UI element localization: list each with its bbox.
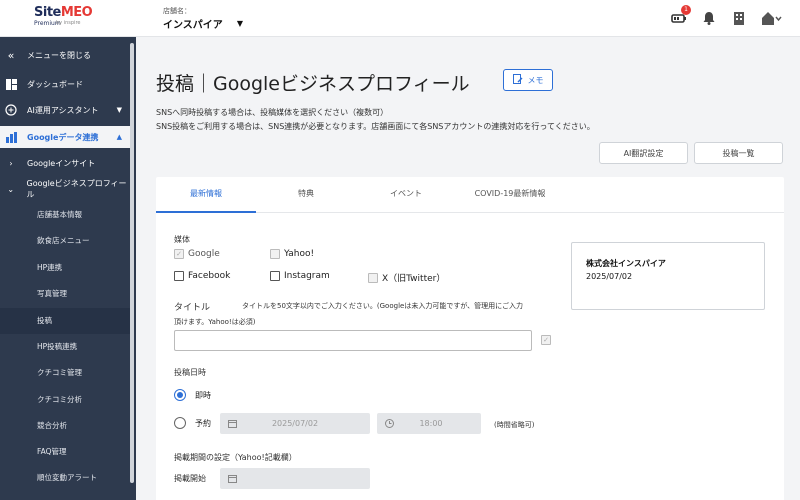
title-confirm-checkbox[interactable]: ✓ xyxy=(541,335,555,345)
tab-covid[interactable]: COVID-19最新情報 xyxy=(456,177,564,213)
post-type-tabs: 最新情報 特典 イベント COVID-19最新情報 xyxy=(156,177,784,213)
store-select[interactable]: インスパイア ▼ xyxy=(163,16,243,31)
bell-icon[interactable] xyxy=(700,9,718,27)
sidebar-item-google-business-profile[interactable]: ⌄ Googleビジネスプロフィール xyxy=(0,178,130,200)
sidebar-sub-hp-link[interactable]: HP連携 xyxy=(0,255,130,281)
logo[interactable]: SiteMEO Premium by inspire xyxy=(34,5,114,31)
preview-store-name: 株式会社インスパイア xyxy=(586,259,666,268)
radio-selected-icon xyxy=(174,389,186,401)
start-label: 掲載開始 xyxy=(174,474,206,483)
radio-immediate[interactable]: 即時 xyxy=(174,389,211,401)
sidebar-item-dashboard[interactable]: ダッシュボード xyxy=(0,73,130,95)
bar-chart-icon xyxy=(5,131,17,143)
memo-button[interactable]: メモ xyxy=(503,69,553,91)
checkbox-icon xyxy=(174,271,184,281)
title-input[interactable] xyxy=(174,330,532,351)
sidebar: « メニューを閉じる ダッシュボード AI運用アシスタント ▼ Googleデー… xyxy=(0,37,136,500)
double-chevron-left-icon: « xyxy=(7,48,15,62)
sidebar-sub-hp-post-link[interactable]: HP投稿連携 xyxy=(0,334,130,360)
logo-company: by inspire xyxy=(56,20,81,26)
calendar-icon xyxy=(220,474,244,483)
close-menu-button[interactable]: « メニューを閉じる xyxy=(0,45,130,65)
media-yahoo[interactable]: Yahoo! xyxy=(270,249,314,259)
sidebar-item-google-data[interactable]: Googleデータ連携 ▲ xyxy=(0,126,130,148)
checkbox-icon xyxy=(368,272,378,283)
media-google[interactable]: ✓ Google xyxy=(174,249,220,259)
post-datetime-label: 投稿日時 xyxy=(174,368,206,377)
title-hint-2: 頂けます。Yahoo!は必須) xyxy=(174,318,256,326)
caret-down-icon: ▼ xyxy=(236,19,243,28)
sidebar-sub-competitor-analysis[interactable]: 競合分析 xyxy=(0,413,130,439)
main-content: 投稿｜Googleビジネスプロフィール メモ SNSへ同時投稿する場合は、投稿媒… xyxy=(136,37,800,500)
clock-icon xyxy=(377,419,401,428)
post-preview: 株式会社インスパイア 2025/07/02 xyxy=(571,242,765,310)
tab-event[interactable]: イベント xyxy=(356,177,456,213)
radio-scheduled[interactable]: 予約 xyxy=(174,417,211,429)
checkbox-checked-icon: ✓ xyxy=(174,249,184,259)
sidebar-sub-photos[interactable]: 写真管理 xyxy=(0,281,130,307)
home-menu-icon[interactable] xyxy=(760,9,782,27)
preview-date: 2025/07/02 xyxy=(586,272,633,281)
post-form-card: 最新情報 特典 イベント COVID-19最新情報 媒体 ✓ Google Yah… xyxy=(156,177,784,500)
checkbox-checked-icon: ✓ xyxy=(541,335,551,345)
building-icon[interactable] xyxy=(730,9,748,27)
battery-icon[interactable]: 1 xyxy=(670,5,691,27)
sidebar-sub-review-management[interactable]: クチコミ管理 xyxy=(0,360,130,386)
title-hint: タイトルを50文字以内でご入力ください。(Googleは未入力可能ですが、管理用… xyxy=(242,302,524,310)
sidebar-item-ai-assistant[interactable]: AI運用アシスタント ▼ xyxy=(0,99,130,121)
media-facebook[interactable]: Facebook xyxy=(174,271,230,281)
calendar-icon xyxy=(220,419,244,428)
date-input[interactable]: 2025/07/02 xyxy=(220,413,370,434)
post-list-button[interactable]: 投稿一覧 xyxy=(694,142,783,164)
time-input[interactable]: 18:00 xyxy=(377,413,481,434)
logo-text: SiteMEO xyxy=(34,5,93,20)
tab-offer[interactable]: 特典 xyxy=(256,177,356,213)
media-x[interactable]: X（旧Twitter） xyxy=(368,271,445,284)
chevron-right-icon: › xyxy=(9,158,13,168)
time-note: (時間省略可) xyxy=(494,421,535,429)
sidebar-sub-review-analysis[interactable]: クチコミ分析 xyxy=(0,387,130,413)
chevron-down-small-icon: ⌄ xyxy=(7,184,15,194)
title-label: タイトル xyxy=(174,303,211,313)
store-label: 店舗名： xyxy=(163,7,191,15)
tab-latest[interactable]: 最新情報 xyxy=(156,177,256,213)
sidebar-sub-store-info[interactable]: 店舗基本情報 xyxy=(0,202,130,228)
media-instagram[interactable]: Instagram xyxy=(270,271,330,281)
sidebar-sub-restaurant-menu[interactable]: 飲食店メニュー xyxy=(0,228,130,254)
page-title: 投稿｜Googleビジネスプロフィール xyxy=(156,73,470,95)
notice-line-2: SNS投稿をご利用する場合は、SNS連携が必要となります。店舗画面にて各SNSア… xyxy=(156,122,595,131)
start-date-input[interactable] xyxy=(220,468,370,489)
chevron-down-icon: ▼ xyxy=(116,106,122,114)
sidebar-item-google-insight[interactable]: › Googleインサイト xyxy=(0,152,130,174)
checkbox-icon xyxy=(270,249,280,259)
sidebar-scrollbar[interactable] xyxy=(130,43,134,483)
sidebar-sub-faq[interactable]: FAQ管理 xyxy=(0,439,130,465)
notification-badge: 1 xyxy=(681,5,691,15)
period-label: 掲載期間の設定（Yahoo!記載欄） xyxy=(174,453,297,462)
checkbox-icon xyxy=(270,271,280,281)
sidebar-sub-rank-alert[interactable]: 順位変動アラート xyxy=(0,465,130,491)
notice-line-1: SNSへ同時投稿する場合は、投稿媒体を選択ください（複数可） xyxy=(156,108,389,117)
media-label: 媒体 xyxy=(174,235,190,244)
sidebar-sub-posts[interactable]: 投稿 xyxy=(0,308,130,334)
chevron-up-icon: ▲ xyxy=(116,133,122,141)
radio-icon xyxy=(174,417,186,429)
top-bar: SiteMEO Premium by inspire 店舗名： インスパイア ▼… xyxy=(0,0,800,37)
ai-icon xyxy=(5,104,17,116)
ai-translate-settings-button[interactable]: AI翻訳設定 xyxy=(599,142,688,164)
dashboard-icon xyxy=(5,78,17,90)
memo-edit-icon xyxy=(512,74,523,86)
